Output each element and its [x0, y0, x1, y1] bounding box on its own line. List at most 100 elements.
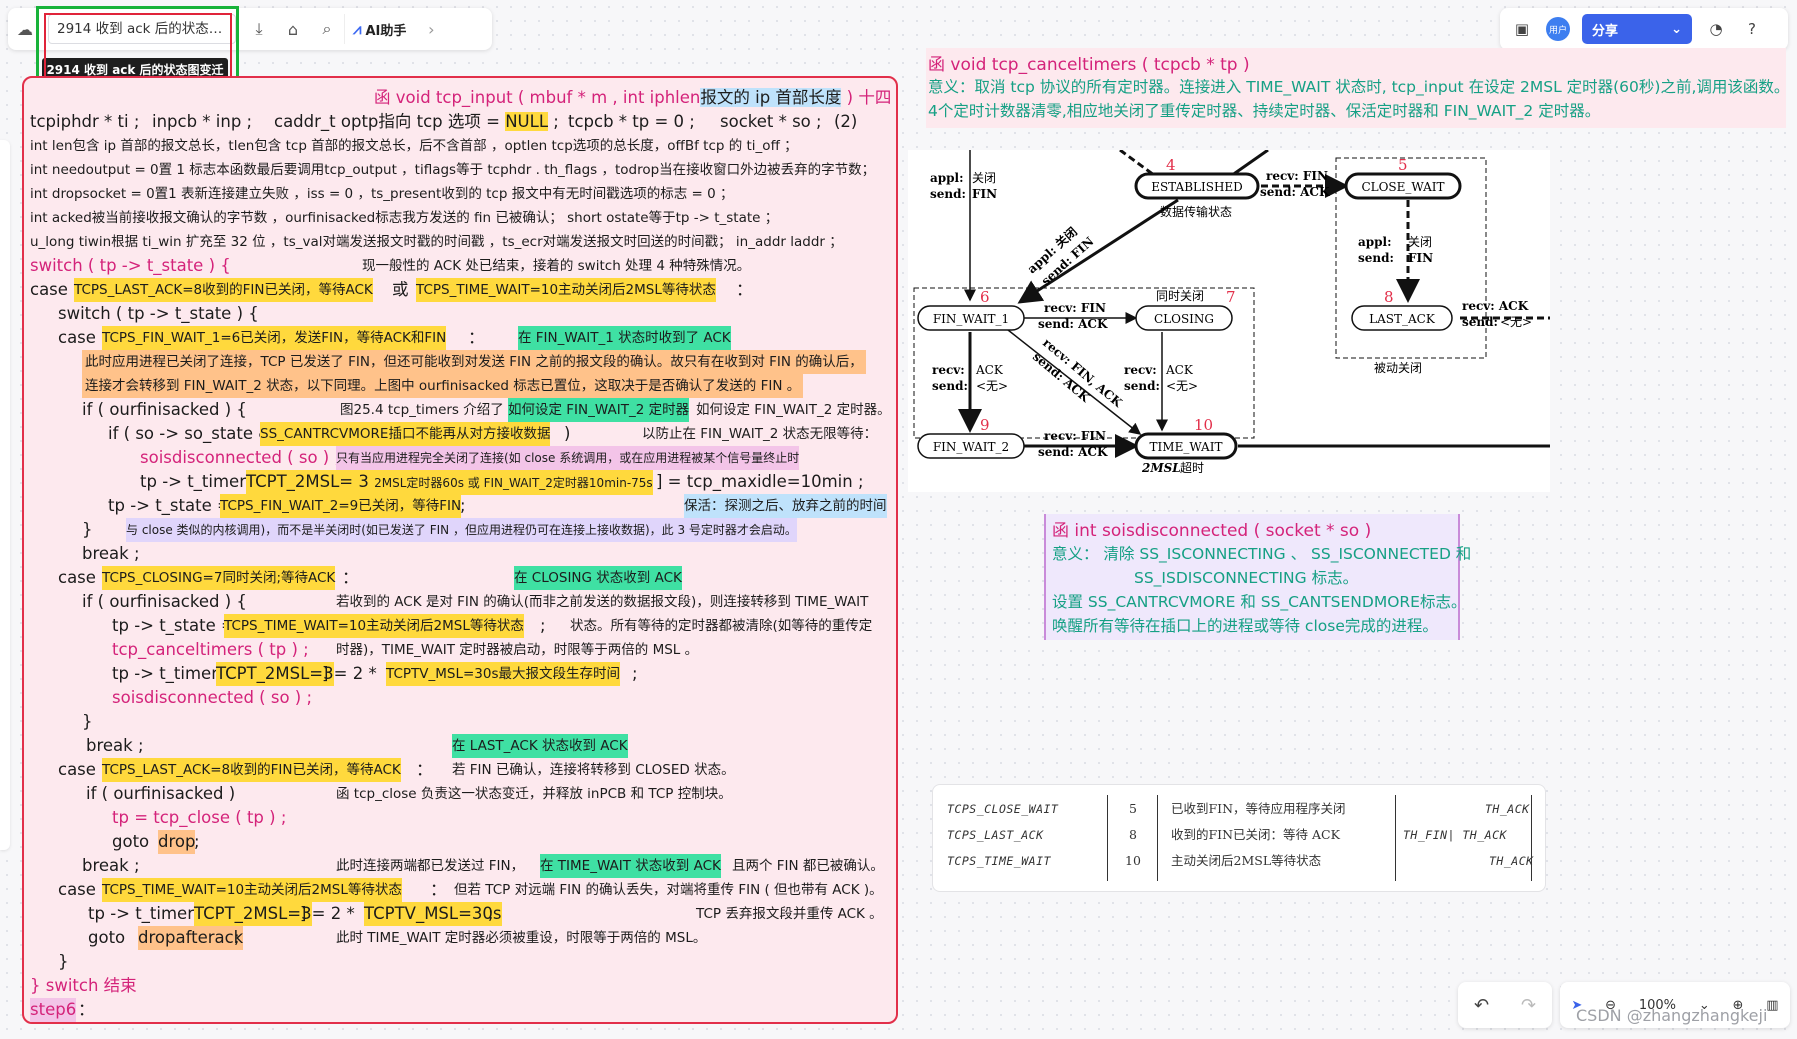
state-num: 5 [1398, 156, 1408, 174]
state-diagram-svg: ESTABLISHED CLOSE_WAIT LAST_ACK FIN_WAIT… [913, 148, 1550, 475]
state-num: 10 [1194, 416, 1213, 434]
tag-icon[interactable]: ⌂ [276, 12, 310, 46]
state-num: 4 [1166, 156, 1176, 174]
table-cell: 8 [1129, 827, 1137, 842]
table-divider [1107, 795, 1108, 881]
book-icon[interactable]: ▥ [1766, 998, 1778, 1013]
undo-redo-bar: ↶ ↷ [1458, 982, 1552, 1028]
canceltimers-title: 函 void tcp_canceltimers ( tcpcb * tp ) [928, 55, 1250, 75]
left-side-panel[interactable] [0, 140, 10, 850]
tcp-state-diagram[interactable]: ESTABLISHED CLOSE_WAIT LAST_ACK FIN_WAIT… [908, 148, 1550, 492]
watermark: CSDN @zhangzhangkeji [1576, 1006, 1768, 1025]
code-line: } switch 结束 [30, 976, 137, 995]
state-num: 9 [980, 416, 990, 434]
table-cell: 10 [1125, 853, 1141, 868]
table-cell: 已收到FIN，等待应用程序关闭 [1171, 801, 1346, 816]
edge-label: FIN [1408, 251, 1433, 265]
edge-label: 超时 [1180, 460, 1204, 475]
code-line: tcpiphdr * ti ; inpcb * inp ; caddr_t op… [30, 112, 858, 131]
chevron-right-icon[interactable]: › [414, 12, 448, 46]
code-line: break ; 在 LAST_ACK 状态收到 ACK [24, 734, 896, 758]
edge-label: 数据传输状态 [1160, 204, 1232, 219]
edge-label: ACK [1165, 363, 1194, 377]
state-time-wait-label: TIME_WAIT [1150, 440, 1223, 454]
edge-label: 2MSL [1141, 461, 1181, 475]
code-line: int needoutput = 0置 1 标志本函数最后要调用tcp_outp… [30, 162, 876, 178]
edge-label: appl: [930, 171, 964, 185]
state-last-ack-label: LAST_ACK [1369, 312, 1436, 326]
download-icon[interactable]: ⤓ [242, 12, 276, 46]
code-line: if ( ourfinisacked ) 函 tcp_close 负责这一状态变… [86, 784, 732, 803]
state-num: 8 [1384, 288, 1394, 306]
code-line: if ( so -> so_state & SS_CANTRCVMORE插口不能… [24, 422, 896, 446]
chevron-down-icon: ⌄ [1671, 21, 1682, 37]
state-fin-wait-2-label: FIN_WAIT_2 [933, 440, 1009, 454]
share-label: 分享 [1592, 23, 1619, 39]
code-line: if ( ourfinisacked ) { 若收到的 ACK 是对 FIN 的… [82, 592, 869, 611]
table-cell: 5 [1129, 801, 1137, 816]
ai-assistant-button[interactable]: ⩘ AI助手 [344, 14, 414, 44]
edge-label: send: ACK [1038, 445, 1108, 459]
code-line: if ( ourfinisacked ) { 图25.4 tcp_timers … [24, 398, 896, 422]
edge-label: recv: FIN [1266, 169, 1328, 183]
table-cell: TCPS_LAST_ACK [947, 828, 1044, 842]
edge-label: send: [1462, 315, 1498, 329]
code-line: break ; [82, 544, 140, 563]
edge-label: send: [1124, 379, 1160, 393]
edge-label: recv: [932, 363, 965, 377]
code-line: tp -> t_timer [ TCPT_2MSL=3 ] = 2 * TCPT… [24, 662, 896, 686]
table-divider [1157, 795, 1158, 881]
state-established-label: ESTABLISHED [1151, 180, 1243, 194]
ai-logo-icon: ⩘ [353, 20, 362, 38]
sois-desc: 设置 SS_CANTRCVMORE 和 SS_CANTSENDMORE标志。 [1052, 593, 1467, 611]
share-button[interactable]: 分享 ⌄ [1582, 14, 1692, 44]
canceltimers-note[interactable]: 函 void tcp_canceltimers ( tcpcb * tp ) 意… [926, 48, 1789, 128]
code-line: case TCPS_LAST_ACK=8收到的FIN已关闭，等待ACK 或 TC… [24, 278, 896, 302]
state-num: 6 [980, 288, 990, 306]
avatar[interactable]: 用户 [1546, 17, 1570, 41]
code-line: tcp_canceltimers ( tp ) ; 时器)，TIME_WAIT … [112, 640, 699, 659]
edge-label: <无> [1166, 379, 1198, 393]
table-cell: TH_ACK [1485, 802, 1530, 816]
edge-label: send: ACK [1260, 185, 1330, 199]
table-divider [1395, 795, 1396, 881]
edge-label: 被动关闭 [1374, 361, 1422, 375]
state-num: 7 [1226, 288, 1236, 306]
state-fin-wait-1-label: FIN_WAIT_1 [933, 312, 1009, 326]
state-table-card[interactable]: TCPS_CLOSE_WAIT 5 已收到FIN，等待应用程序关闭 TH_ACK… [932, 784, 1546, 892]
soisdisconnected-note[interactable]: 函 int soisdisconnected ( socket * so ) 意… [1044, 514, 1471, 640]
undo-icon[interactable]: ↶ [1474, 995, 1489, 1016]
code-line: goto drop ; [24, 830, 896, 854]
canceltimers-desc: 4个定时计数器清零,相应地关闭了重传定时器、持续定时器、保活定时器和 FIN_W… [928, 102, 1601, 120]
edge-label: FIN [972, 187, 997, 201]
code-line: u_long tiwin根据 ti_win 扩充至 32 位 ，ts_val对端… [30, 234, 843, 250]
table-cell: 主动关闭后2MSL等待状态 [1171, 853, 1322, 868]
code-line: step6 ： [24, 998, 896, 1022]
code-line: switch ( tp -> t_state ) { 现一般性的 ACK 处已结… [30, 256, 751, 275]
sois-desc: 意义： 清除 SS_ISCONNECTING 、 SS_ISCONNECTED … [1052, 545, 1472, 563]
edge-label: recv: FIN [1044, 429, 1106, 443]
code-line: goto dropafterack ; 此时 TIME_WAIT 定时器必须被重… [24, 926, 896, 950]
ai-assistant-label: AI助手 [365, 23, 407, 39]
tcp-input-note[interactable]: 函 void tcp_input ( mbuf * m , int iphlen… [22, 76, 898, 1024]
edge-label: recv: ACK [1462, 299, 1529, 313]
code-line: } [58, 952, 69, 971]
briefcase-icon[interactable]: ▣ [1510, 17, 1534, 41]
table-cell: TCPS_TIME_WAIT [947, 854, 1051, 868]
bell-icon[interactable]: ◔ [1704, 17, 1728, 41]
edge-label: ACK [975, 363, 1004, 377]
search-icon[interactable]: ⌕ [310, 12, 344, 46]
code-line: tp -> t_state = TCPS_TIME_WAIT=10主动关闭后2M… [24, 614, 896, 638]
code-line: 此时应用进程已关闭了连接，TCP 已发送了 FIN，但还可能收到对发送 FIN … [82, 350, 866, 374]
code-line: case TCPS_FIN_WAIT_1=6已关闭，发送FIN，等待ACK和FI… [24, 326, 896, 350]
redo-icon[interactable]: ↷ [1521, 995, 1536, 1016]
code-line: tp -> t_state = TCPS_FIN_WAIT_2=9已关闭，等待F… [24, 494, 896, 518]
table-cell: TH_ACK [1489, 854, 1534, 868]
code-line: } 与 close 类似的内核调用)，而不是半关闭时(如已发送了 FIN ，但应… [24, 518, 896, 542]
code-line: case TCPS_TIME_WAIT=10主动关闭后2MSL等待状态 ： 但若… [24, 878, 896, 902]
edge-label: recv: FIN [1044, 301, 1106, 315]
help-icon[interactable]: ? [1740, 17, 1764, 41]
code-line: tp -> t_timer [ TCPT_2MSL=3 ] = 2 * TCPT… [24, 902, 896, 926]
state-closing-label: CLOSING [1154, 312, 1214, 326]
code-line: int acked被当前接收报文确认的字节数 ，ourfinisacked标志我… [30, 210, 779, 226]
